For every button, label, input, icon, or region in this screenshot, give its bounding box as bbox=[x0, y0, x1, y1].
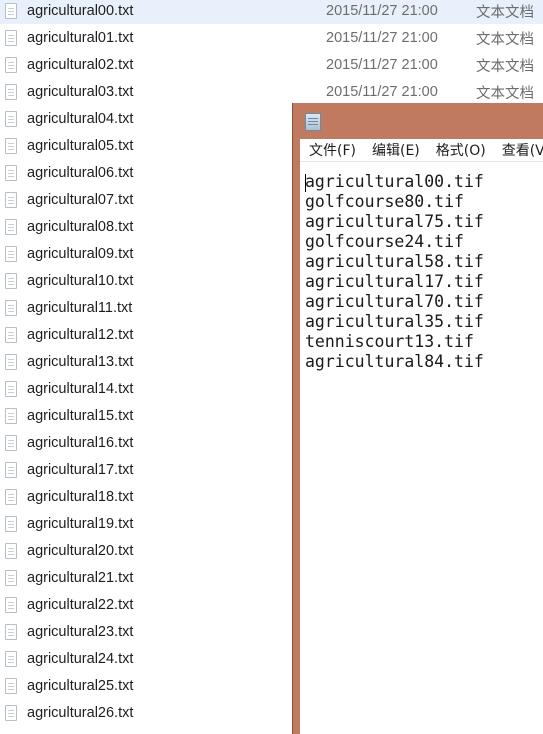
text-line: agricultural17.tif bbox=[305, 272, 484, 291]
text-line: golfcourse80.tif bbox=[305, 192, 464, 211]
file-type: 文本文档 bbox=[476, 85, 534, 102]
file-type: 文本文档 bbox=[476, 58, 534, 75]
text-file-icon bbox=[5, 84, 17, 100]
file-name: agricultural26.txt bbox=[27, 705, 134, 721]
file-name: agricultural23.txt bbox=[27, 624, 134, 640]
text-line: agricultural58.tif bbox=[305, 252, 484, 271]
text-file-icon bbox=[5, 327, 17, 343]
text-file-icon bbox=[5, 219, 17, 235]
text-file-icon bbox=[5, 246, 17, 262]
file-name: agricultural08.txt bbox=[27, 219, 134, 235]
text-file-icon bbox=[5, 381, 17, 397]
text-caret bbox=[305, 174, 306, 192]
text-file-icon bbox=[5, 516, 17, 532]
text-editor[interactable]: agricultural00.tif golfcourse80.tif agri… bbox=[300, 172, 543, 734]
file-date: 2015/11/27 21:00 bbox=[326, 57, 438, 73]
file-name: agricultural13.txt bbox=[27, 354, 134, 370]
menu-file[interactable]: 文件(F) bbox=[300, 140, 363, 160]
file-name: agricultural20.txt bbox=[27, 543, 134, 559]
file-name: agricultural19.txt bbox=[27, 516, 134, 532]
file-name: agricultural18.txt bbox=[27, 489, 134, 505]
text-file-icon bbox=[5, 543, 17, 559]
file-name: agricultural25.txt bbox=[27, 678, 134, 694]
text-line: agricultural35.tif bbox=[305, 312, 484, 331]
text-file-icon bbox=[5, 192, 17, 208]
text-file-icon bbox=[5, 624, 17, 640]
text-file-icon bbox=[5, 165, 17, 181]
file-name: agricultural14.txt bbox=[27, 381, 134, 397]
file-name: agricultural12.txt bbox=[27, 327, 134, 343]
text-file-icon bbox=[5, 570, 17, 586]
text-line: tenniscourt13.tif bbox=[305, 332, 474, 351]
text-line: agricultural70.tif bbox=[305, 292, 484, 311]
file-name: agricultural07.txt bbox=[27, 192, 134, 208]
text-file-icon bbox=[5, 111, 17, 127]
text-file-icon bbox=[5, 408, 17, 424]
file-name: agricultural21.txt bbox=[27, 570, 134, 586]
file-name: agricultural00.txt bbox=[27, 3, 134, 19]
text-file-icon bbox=[5, 435, 17, 451]
menu-bar: 文件(F) 编辑(E) 格式(O) 查看(V bbox=[300, 139, 543, 162]
text-file-icon bbox=[5, 705, 17, 721]
text-line: agricultural75.tif bbox=[305, 212, 484, 231]
text-file-icon bbox=[5, 300, 17, 316]
text-file-icon bbox=[5, 30, 17, 46]
text-file-icon bbox=[5, 489, 17, 505]
text-file-icon bbox=[5, 3, 17, 19]
notepad-client: 文件(F) 编辑(E) 格式(O) 查看(V agricultural00.ti… bbox=[300, 139, 543, 734]
file-name: agricultural03.txt bbox=[27, 84, 134, 100]
file-name: agricultural04.txt bbox=[27, 111, 134, 127]
file-row[interactable]: agricultural01.txt 2015/11/27 21:00 文本文档 bbox=[0, 25, 543, 51]
file-name: agricultural16.txt bbox=[27, 435, 134, 451]
file-name: agricultural10.txt bbox=[27, 273, 134, 289]
menu-edit[interactable]: 编辑(E) bbox=[363, 140, 427, 160]
file-name: agricultural02.txt bbox=[27, 57, 134, 73]
text-line: agricultural00.tif bbox=[305, 172, 484, 191]
text-file-icon bbox=[5, 597, 17, 613]
text-file-icon bbox=[5, 678, 17, 694]
file-name: agricultural24.txt bbox=[27, 651, 134, 667]
menu-format[interactable]: 格式(O) bbox=[427, 140, 493, 160]
file-name: agricultural11.txt bbox=[27, 300, 133, 316]
file-date: 2015/11/27 21:00 bbox=[326, 84, 438, 100]
file-date: 2015/11/27 21:00 bbox=[326, 30, 438, 46]
notepad-icon[interactable] bbox=[305, 113, 321, 131]
file-type: 文本文档 bbox=[476, 4, 534, 21]
file-name: agricultural09.txt bbox=[27, 246, 134, 262]
file-type: 文本文档 bbox=[476, 31, 534, 48]
text-file-icon bbox=[5, 354, 17, 370]
file-name: agricultural15.txt bbox=[27, 408, 134, 424]
file-row[interactable]: agricultural00.txt 2015/11/27 21:00 文本文档 bbox=[0, 0, 543, 24]
text-file-icon bbox=[5, 273, 17, 289]
file-name: agricultural06.txt bbox=[27, 165, 134, 181]
file-name: agricultural05.txt bbox=[27, 138, 134, 154]
text-file-icon bbox=[5, 138, 17, 154]
notepad-window[interactable]: 文件(F) 编辑(E) 格式(O) 查看(V agricultural00.ti… bbox=[292, 103, 543, 734]
text-file-icon bbox=[5, 651, 17, 667]
text-file-icon bbox=[5, 57, 17, 73]
notepad-titlebar[interactable] bbox=[293, 103, 543, 138]
text-line: agricultural84.tif bbox=[305, 352, 484, 371]
file-row[interactable]: agricultural03.txt 2015/11/27 21:00 文本文档 bbox=[0, 79, 543, 105]
file-name: agricultural17.txt bbox=[27, 462, 134, 478]
file-name: agricultural22.txt bbox=[27, 597, 134, 613]
menu-view[interactable]: 查看(V bbox=[493, 140, 543, 160]
text-file-icon bbox=[5, 462, 17, 478]
file-row[interactable]: agricultural02.txt 2015/11/27 21:00 文本文档 bbox=[0, 52, 543, 78]
text-line: golfcourse24.tif bbox=[305, 232, 464, 251]
file-name: agricultural01.txt bbox=[27, 30, 134, 46]
file-date: 2015/11/27 21:00 bbox=[326, 3, 438, 19]
